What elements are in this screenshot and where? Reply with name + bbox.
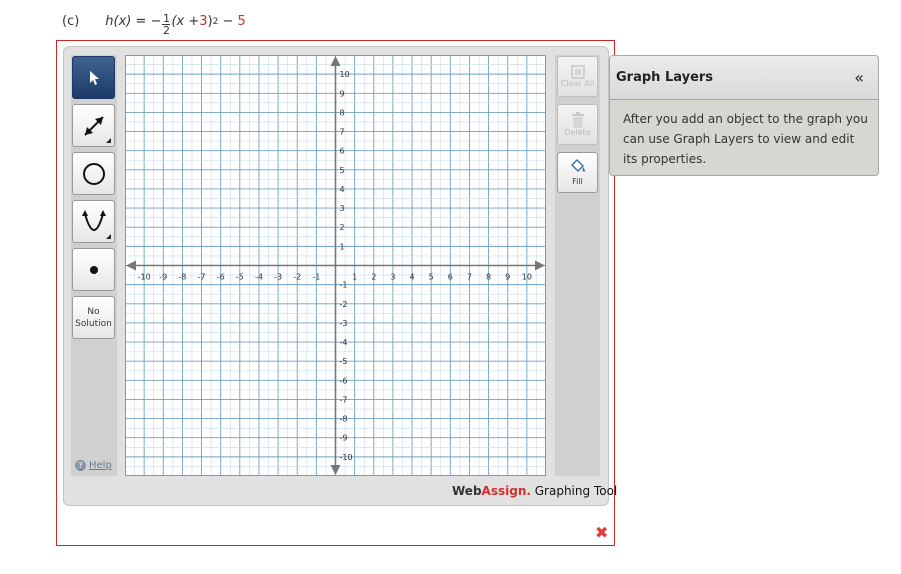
clear-all-label: Clear All <box>560 79 595 88</box>
y-tick-label: 6 <box>340 147 345 156</box>
brand-web: Web <box>452 484 482 498</box>
fraction-numerator: 1 <box>162 12 170 25</box>
y-tick-label: -2 <box>340 300 348 309</box>
x-tick-label: 1 <box>352 273 357 282</box>
circle-icon <box>82 162 105 185</box>
no-solution-button[interactable]: No Solution <box>72 296 115 339</box>
no-solution-label-2: Solution <box>75 318 112 329</box>
y-tick-label: -5 <box>340 357 348 366</box>
webassign-branding: WebAssign. Graphing Tool <box>452 484 617 498</box>
part-label: (c) <box>62 14 80 29</box>
negative-sign: − <box>150 14 162 29</box>
x-tick-label: -3 <box>274 273 282 282</box>
y-tick-label: 1 <box>340 242 345 251</box>
y-tick-label: -6 <box>340 376 348 385</box>
clear-all-icon <box>570 65 585 79</box>
pointer-icon <box>89 70 99 85</box>
point-icon <box>89 265 98 274</box>
pointer-tool-button[interactable] <box>72 56 115 99</box>
problem-statement: (c) h(x) = − 1 2 (x + 3 ) 2 − 5 <box>62 10 246 37</box>
x-tick-label: -2 <box>293 273 301 282</box>
y-tick-label: -10 <box>340 453 353 462</box>
x-tick-label: -1 <box>312 273 320 282</box>
x-tick-label: -7 <box>198 273 206 282</box>
graph-layers-title: Graph Layers <box>616 70 714 85</box>
parabola-tool-button[interactable] <box>72 200 115 243</box>
help-icon: ? <box>75 460 86 471</box>
x-axis-arrow-right <box>535 260 545 271</box>
no-solution-label-1: No <box>87 306 100 317</box>
x-tick-label: -6 <box>217 273 225 282</box>
fraction: 1 2 <box>162 12 171 37</box>
equals-sign: = <box>135 14 147 29</box>
coordinate-grid[interactable]: -10 -9 -8 -7 -6 -5 -4 -3 -2 -1 1 2 3 4 5 6 7 8 9 10 10 9 8 7 6 5 4… <box>124 54 547 477</box>
x-tick-label: 3 <box>390 273 395 282</box>
x-tick-label: 5 <box>429 273 434 282</box>
y-tick-label: 8 <box>340 108 345 117</box>
y-tick-label: 3 <box>340 204 345 213</box>
expr-open: (x + <box>171 14 200 29</box>
y-tick-label: -4 <box>340 338 348 347</box>
y-tick-label: 2 <box>340 223 345 232</box>
y-tick-label: 4 <box>340 185 345 194</box>
y-tick-label: 9 <box>340 89 345 98</box>
y-tick-label: -9 <box>340 434 348 443</box>
y-tick-label: -7 <box>340 395 348 404</box>
graph-canvas[interactable]: -10 -9 -8 -7 -6 -5 -4 -3 -2 -1 1 2 3 4 5 6 7 8 9 10 10 9 8 7 6 5 4… <box>124 54 547 477</box>
shift-value: 3 <box>199 14 208 29</box>
graph-layers-description: After you add an object to the graph you… <box>623 112 868 166</box>
y-tick-label: 10 <box>340 70 350 79</box>
point-tool-button[interactable] <box>72 248 115 291</box>
fill-button[interactable]: Fill <box>557 152 598 193</box>
x-tick-label: -10 <box>138 273 151 282</box>
paint-bucket-icon <box>570 159 585 172</box>
x-tick-label: 10 <box>522 273 532 282</box>
y-tick-label: -3 <box>340 319 348 328</box>
x-tick-label: -9 <box>159 273 167 282</box>
x-tick-label: 7 <box>467 273 472 282</box>
x-tick-label: -8 <box>178 273 186 282</box>
delete-label: Delete <box>564 128 591 137</box>
graph-layers-panel: Graph Layers « After you add an object t… <box>609 55 879 176</box>
brand-product: Graphing Tool <box>530 484 618 498</box>
x-tick-label: 6 <box>448 273 453 282</box>
function-name: h(x) <box>105 14 132 29</box>
x-axis-arrow-left <box>126 260 136 271</box>
constant-value: 5 <box>237 14 246 29</box>
help-link[interactable]: ? Help <box>75 460 112 471</box>
minus-sign: − <box>218 14 238 29</box>
x-tick-label: 9 <box>505 273 510 282</box>
y-tick-label: -8 <box>340 415 348 424</box>
y-tick-label: 5 <box>340 166 345 175</box>
graph-layers-header: Graph Layers « <box>610 56 878 100</box>
y-axis-arrow-down <box>330 465 341 475</box>
fraction-denominator: 2 <box>162 24 170 37</box>
line-tool-button[interactable] <box>72 104 115 147</box>
brand-assign: Assign. <box>481 484 531 498</box>
parabola-icon <box>81 209 106 231</box>
x-tick-label: -4 <box>255 273 263 282</box>
fill-label: Fill <box>572 177 583 186</box>
x-tick-label: 8 <box>486 273 491 282</box>
x-tick-label: -5 <box>236 273 244 282</box>
help-label: Help <box>89 460 112 471</box>
clear-all-button[interactable]: Clear All <box>557 56 598 97</box>
remove-answer-icon[interactable]: ✖ <box>595 525 608 541</box>
y-tick-label: 7 <box>340 128 345 137</box>
trash-icon <box>571 112 584 128</box>
collapse-icon[interactable]: « <box>854 68 864 87</box>
line-arrow-icon <box>83 115 104 136</box>
y-axis-arrow-up <box>330 56 341 66</box>
x-tick-label: 4 <box>409 273 414 282</box>
delete-button[interactable]: Delete <box>557 104 598 145</box>
circle-tool-button[interactable] <box>72 152 115 195</box>
x-tick-label: 2 <box>371 273 376 282</box>
y-tick-label: -1 <box>340 281 348 290</box>
